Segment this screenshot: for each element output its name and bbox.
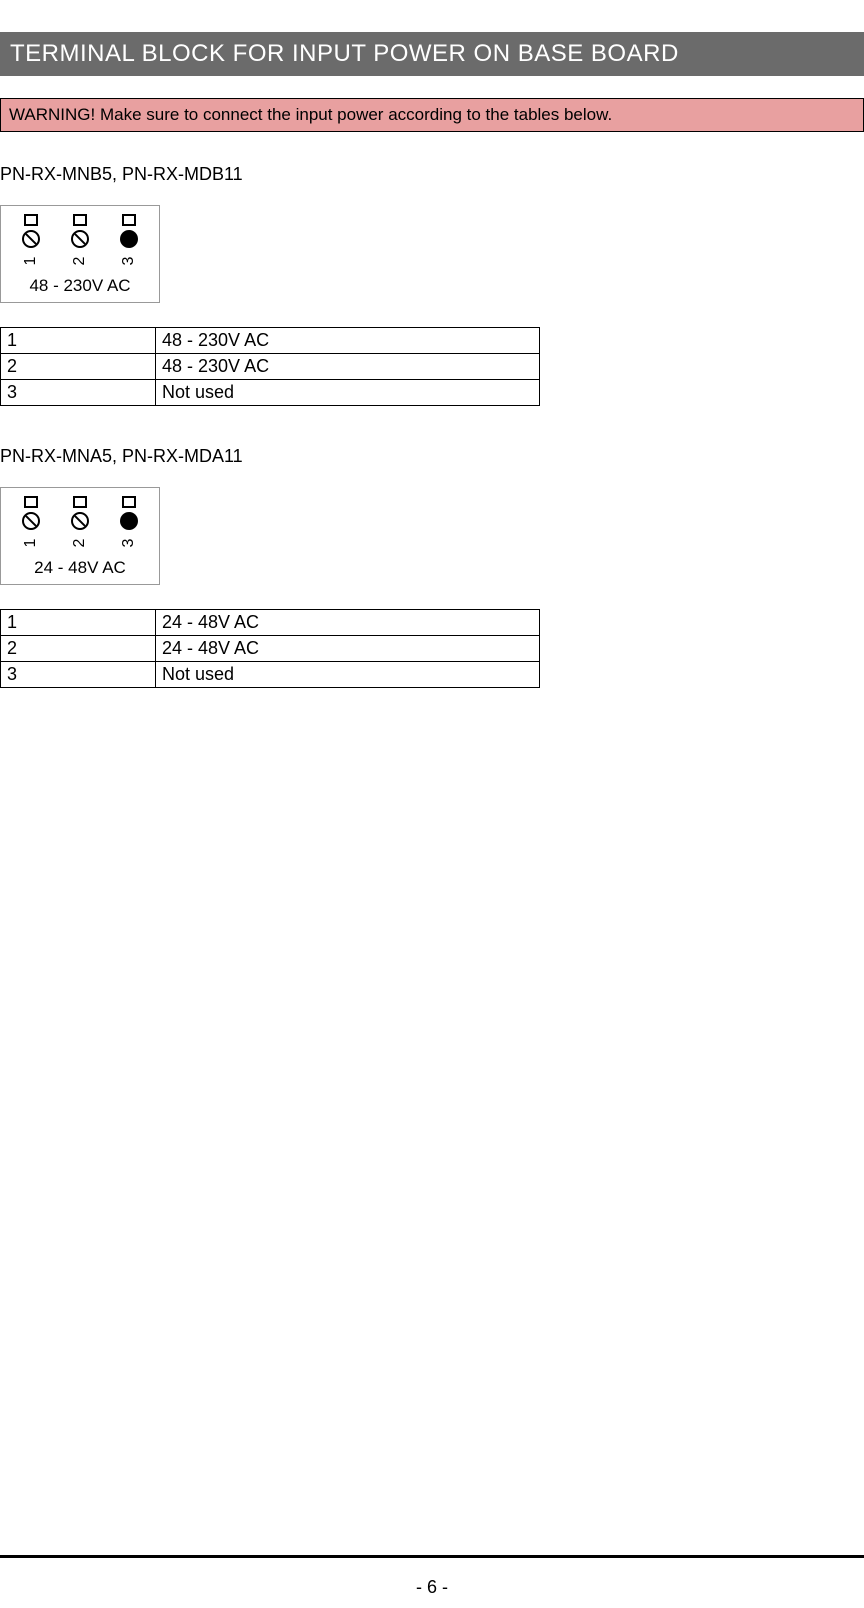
pin-cell: 2 [1, 354, 156, 380]
pin-cell: 3 [1, 662, 156, 688]
terminal-filled-icon [120, 512, 138, 530]
pin-table-2: 1 24 - 48V AC 2 24 - 48V AC 3 Not used [0, 609, 540, 688]
table-row: 1 24 - 48V AC [1, 610, 540, 636]
pin-number-3: 3 [120, 534, 138, 552]
terminal-empty-icon [71, 230, 89, 248]
pin-number-2: 2 [71, 252, 89, 270]
desc-cell: Not used [156, 662, 540, 688]
table-row: 3 Not used [1, 380, 540, 406]
section1-heading: PN-RX-MNB5, PN-RX-MDB11 [0, 164, 864, 185]
terminal-filled-icon [120, 230, 138, 248]
terminal-diagram-1: 1 2 3 48 - 230V AC [0, 205, 160, 303]
desc-cell: 48 - 230V AC [156, 354, 540, 380]
voltage-label-2: 24 - 48V AC [7, 558, 153, 578]
terminal-empty-icon [22, 230, 40, 248]
table-row: 3 Not used [1, 662, 540, 688]
pin-number-1: 1 [22, 534, 40, 552]
diagram-numbers-row: 1 2 3 [7, 534, 153, 552]
diagram-numbers-row: 1 2 3 [7, 252, 153, 270]
pin-number-2: 2 [71, 534, 89, 552]
pin-cell: 3 [1, 380, 156, 406]
table-row: 1 48 - 230V AC [1, 328, 540, 354]
terminal-empty-icon [71, 512, 89, 530]
table-row: 2 48 - 230V AC [1, 354, 540, 380]
terminal-diagram-2: 1 2 3 24 - 48V AC [0, 487, 160, 585]
pin-table-1: 1 48 - 230V AC 2 48 - 230V AC 3 Not used [0, 327, 540, 406]
square-pin-icon [24, 214, 38, 226]
pin-cell: 1 [1, 328, 156, 354]
desc-cell: 24 - 48V AC [156, 636, 540, 662]
warning-banner: WARNING! Make sure to connect the input … [0, 98, 864, 132]
pin-number-3: 3 [120, 252, 138, 270]
diagram-pins-row [7, 496, 153, 508]
pin-cell: 1 [1, 610, 156, 636]
pin-number-1: 1 [22, 252, 40, 270]
desc-cell: 24 - 48V AC [156, 610, 540, 636]
desc-cell: Not used [156, 380, 540, 406]
table-row: 2 24 - 48V AC [1, 636, 540, 662]
square-pin-icon [122, 496, 136, 508]
pin-cell: 2 [1, 636, 156, 662]
diagram-circles-row [7, 512, 153, 530]
square-pin-icon [73, 214, 87, 226]
page-number: - 6 - [0, 1577, 864, 1598]
square-pin-icon [122, 214, 136, 226]
voltage-label-1: 48 - 230V AC [7, 276, 153, 296]
diagram-circles-row [7, 230, 153, 248]
terminal-empty-icon [22, 512, 40, 530]
footer-divider [0, 1555, 864, 1558]
square-pin-icon [24, 496, 38, 508]
square-pin-icon [73, 496, 87, 508]
page-header: TERMINAL BLOCK FOR INPUT POWER ON BASE B… [0, 32, 864, 76]
desc-cell: 48 - 230V AC [156, 328, 540, 354]
section2-heading: PN-RX-MNA5, PN-RX-MDA11 [0, 446, 864, 467]
diagram-pins-row [7, 214, 153, 226]
